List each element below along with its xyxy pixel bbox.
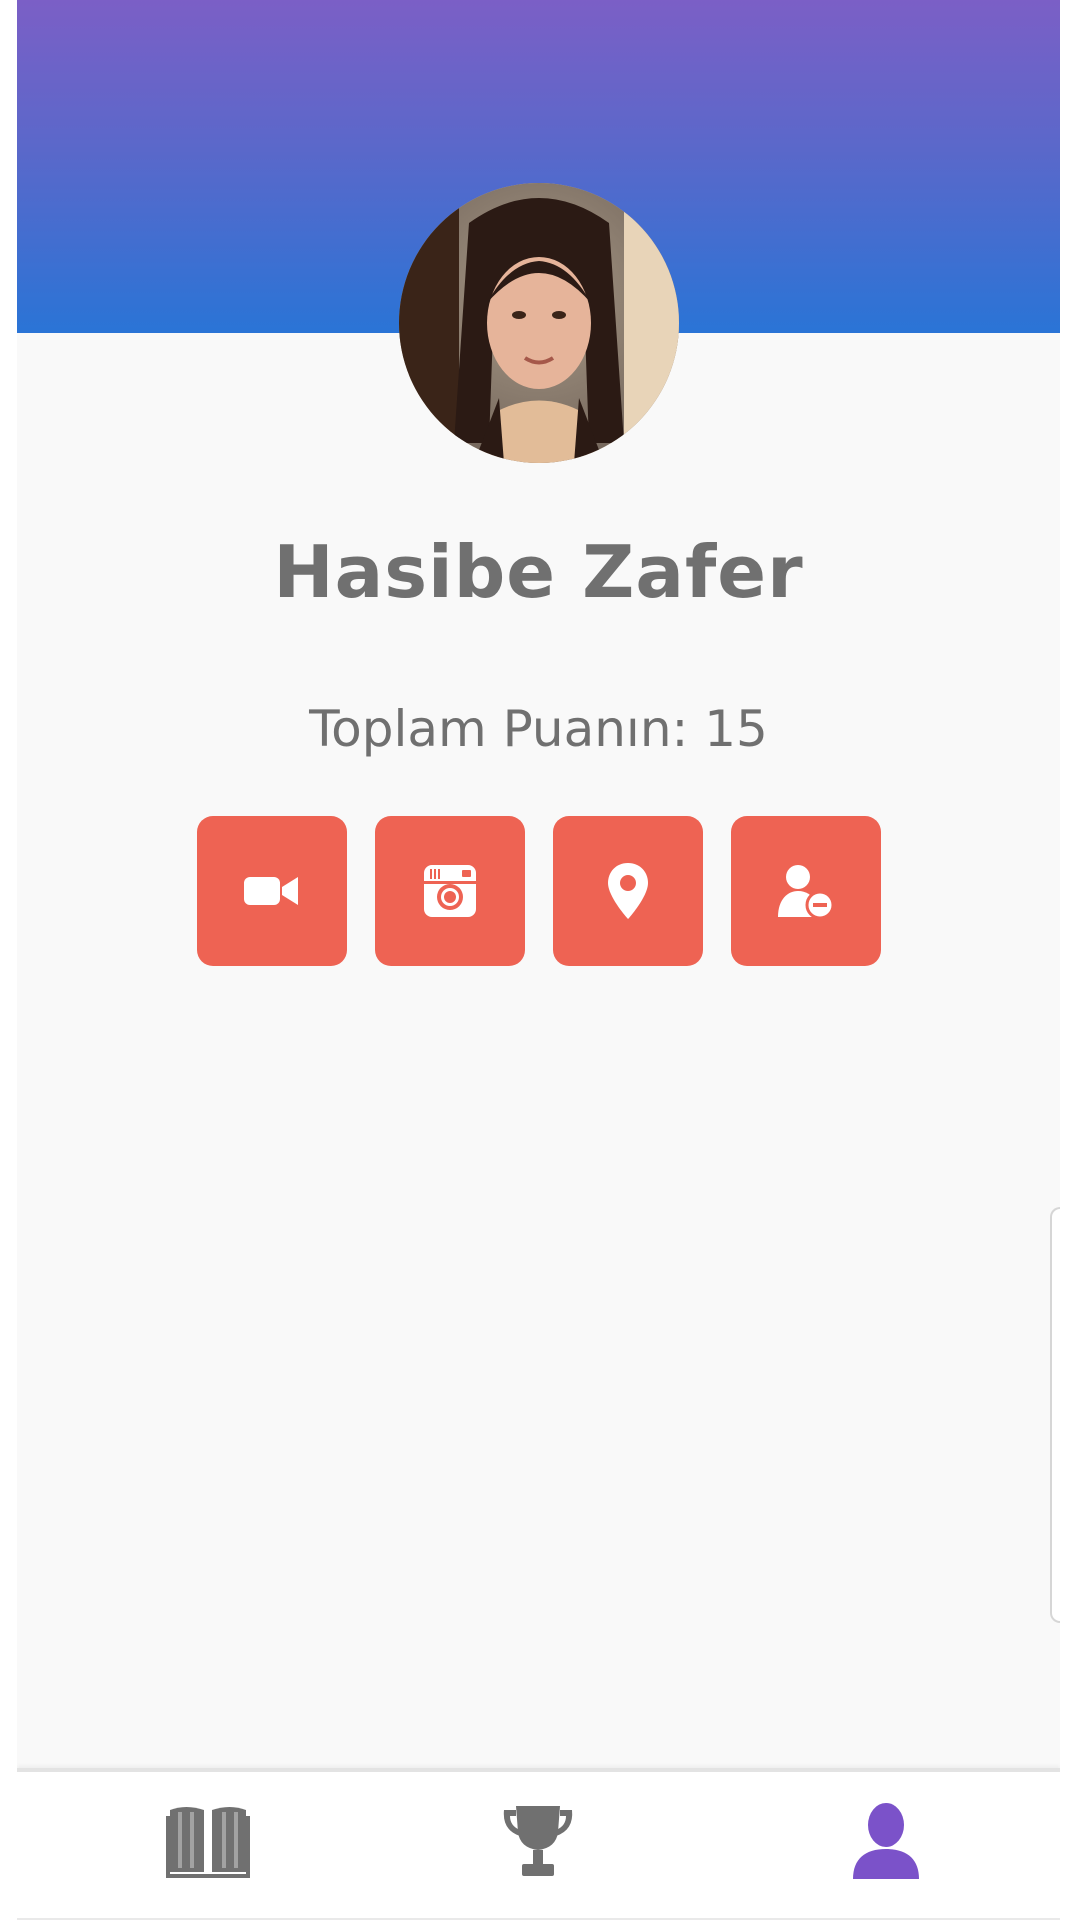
video-button[interactable] bbox=[197, 816, 347, 966]
nav-book[interactable] bbox=[148, 1786, 268, 1896]
side-drawer-handle[interactable] bbox=[1050, 1207, 1060, 1623]
remove-user-button[interactable] bbox=[731, 816, 881, 966]
avatar[interactable] bbox=[399, 183, 679, 463]
profile-name: Hasibe Zafer bbox=[273, 530, 804, 614]
instagram-button[interactable] bbox=[375, 816, 525, 966]
bottom-navigation bbox=[17, 1768, 1060, 1920]
avatar-photo bbox=[399, 183, 679, 463]
instagram-icon bbox=[424, 865, 476, 917]
book-icon bbox=[166, 1807, 250, 1878]
nav-profile[interactable] bbox=[826, 1786, 946, 1896]
profile-screen: Hasibe Zafer Toplam Puanın: 15 bbox=[17, 0, 1060, 1920]
nav-trophy[interactable] bbox=[478, 1786, 598, 1896]
action-buttons bbox=[197, 816, 881, 966]
total-score: Toplam Puanın: 15 bbox=[309, 700, 768, 758]
location-button[interactable] bbox=[553, 816, 703, 966]
location-pin-icon bbox=[608, 863, 648, 919]
remove-user-icon bbox=[778, 865, 835, 920]
trophy-icon bbox=[503, 1806, 573, 1876]
video-camera-icon bbox=[244, 877, 298, 905]
user-icon bbox=[853, 1803, 919, 1879]
